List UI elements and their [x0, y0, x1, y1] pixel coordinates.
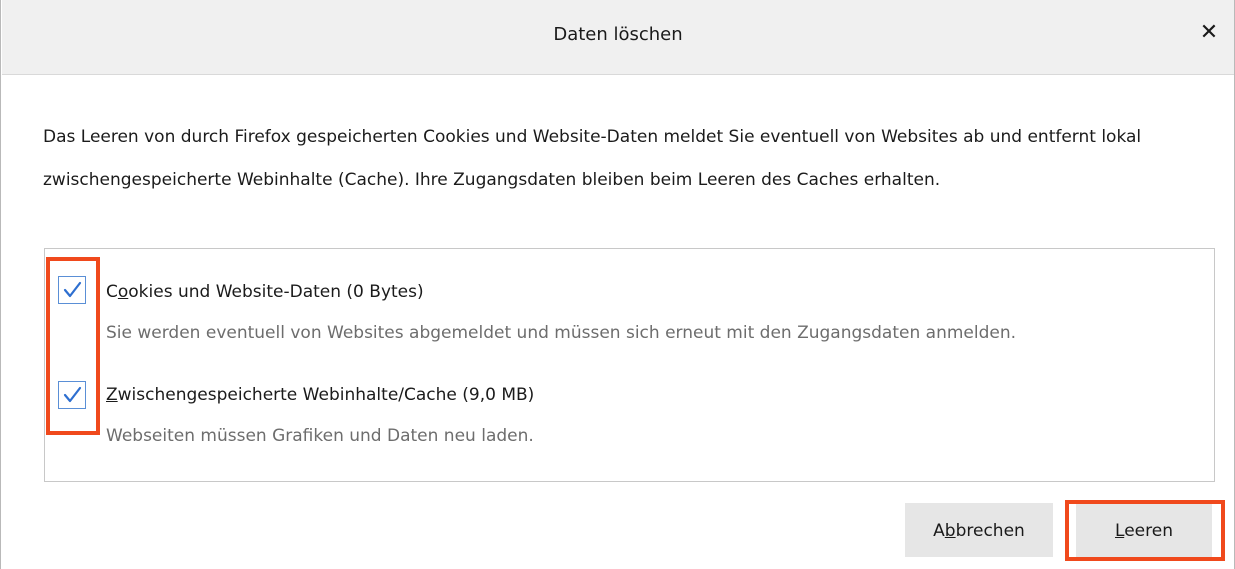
cancel-button[interactable]: Abbrechen — [905, 503, 1053, 557]
checkmark-icon — [63, 386, 82, 403]
cache-description: Webseiten müssen Grafiken und Daten neu … — [106, 426, 534, 446]
dialog-titlebar: Daten löschen ✕ — [2, 0, 1234, 75]
close-button[interactable]: ✕ — [1192, 16, 1226, 50]
option-cache: Zwischengespeicherte Webinhalte/Cache (9… — [45, 379, 1214, 479]
cookies-description: Sie werden eventuell von Websites abgeme… — [106, 323, 1017, 343]
dialog-description: Das Leeren von durch Firefox gespeichert… — [43, 127, 1142, 190]
cookies-checkbox[interactable] — [58, 276, 86, 304]
clear-button[interactable]: Leeren — [1076, 503, 1212, 557]
cache-label[interactable]: Zwischengespeicherte Webinhalte/Cache (9… — [106, 385, 534, 405]
clear-data-dialog: Daten löschen ✕ Das Leeren von durch Fir… — [0, 0, 1235, 569]
cache-checkbox[interactable] — [58, 381, 86, 409]
dialog-title: Daten löschen — [553, 24, 683, 45]
checkmark-icon — [63, 281, 82, 298]
option-cookies: Cookies und Website-Daten (0 Bytes) Sie … — [45, 275, 1214, 375]
options-group: Cookies und Website-Daten (0 Bytes) Sie … — [44, 248, 1215, 482]
cookies-label[interactable]: Cookies und Website-Daten (0 Bytes) — [106, 282, 424, 302]
close-icon: ✕ — [1199, 20, 1219, 45]
